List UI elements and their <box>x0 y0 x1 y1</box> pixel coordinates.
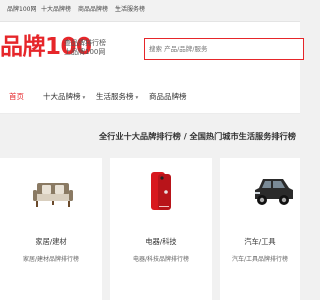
category-title: 家居/建材 <box>35 237 67 246</box>
category-title: 汽车/工具 <box>244 237 276 246</box>
slogan-line-1: 查品牌排行榜 <box>64 39 106 47</box>
sofa-icon <box>33 183 73 207</box>
topbar-link-goods[interactable]: 商品品牌榜 <box>78 6 108 14</box>
smartphone-icon <box>151 172 171 210</box>
nav-item-home[interactable]: 首页 <box>9 92 24 102</box>
chevron-down-icon: ▾ <box>82 95 86 101</box>
category-card-auto[interactable]: 汽车/工具 汽车/工具品牌排行榜 <box>220 158 300 300</box>
slogan-line-2: 上品牌100网 <box>64 48 106 56</box>
nav-item-goods-label: 商品品牌榜 <box>149 92 187 101</box>
topbar-link-top10[interactable]: 十大品牌榜 <box>41 6 71 14</box>
nav-item-services-label: 生活服务榜 <box>96 92 134 101</box>
main-nav: 首页 十大品牌榜 ▾ 生活服务榜 ▾ 商品品牌榜 <box>0 82 300 114</box>
category-subtitle: 电器/科技品牌排行榜 <box>132 256 190 263</box>
site-header: 品牌100 查品牌排行榜 上品牌100网 <box>0 22 304 82</box>
category-subtitle: 汽车/工具品牌排行榜 <box>231 256 289 263</box>
category-subtitle: 家居/建材品牌排行榜 <box>22 256 80 263</box>
section-heading: 全行业十大品牌排行榜 / 全国热门城市生活服务排行榜 <box>98 131 296 141</box>
category-title: 电器/科技 <box>145 237 177 246</box>
site-slogan: 查品牌排行榜 上品牌100网 <box>64 39 106 57</box>
search-box[interactable] <box>144 38 304 60</box>
nav-item-home-label: 首页 <box>9 92 24 101</box>
category-card-home[interactable]: 家居/建材 家居/建材品牌排行榜 <box>0 158 102 300</box>
search-input[interactable] <box>149 42 289 56</box>
topbar-link-services[interactable]: 生活服务榜 <box>115 6 145 14</box>
topbar-link-home[interactable]: 品牌100网 <box>7 6 36 14</box>
nav-item-services[interactable]: 生活服务榜 ▾ <box>96 92 138 103</box>
nav-item-goods[interactable]: 商品品牌榜 <box>149 92 187 102</box>
category-card-electronics[interactable]: 电器/科技 电器/科技品牌排行榜 <box>110 158 212 300</box>
suv-car-icon <box>255 179 293 205</box>
nav-item-top10[interactable]: 十大品牌榜 ▾ <box>43 92 85 103</box>
chevron-down-icon: ▾ <box>135 95 139 101</box>
nav-item-top10-label: 十大品牌榜 <box>43 92 81 101</box>
top-bar: 品牌100网 十大品牌榜 商品品牌榜 生活服务榜 <box>0 0 300 22</box>
